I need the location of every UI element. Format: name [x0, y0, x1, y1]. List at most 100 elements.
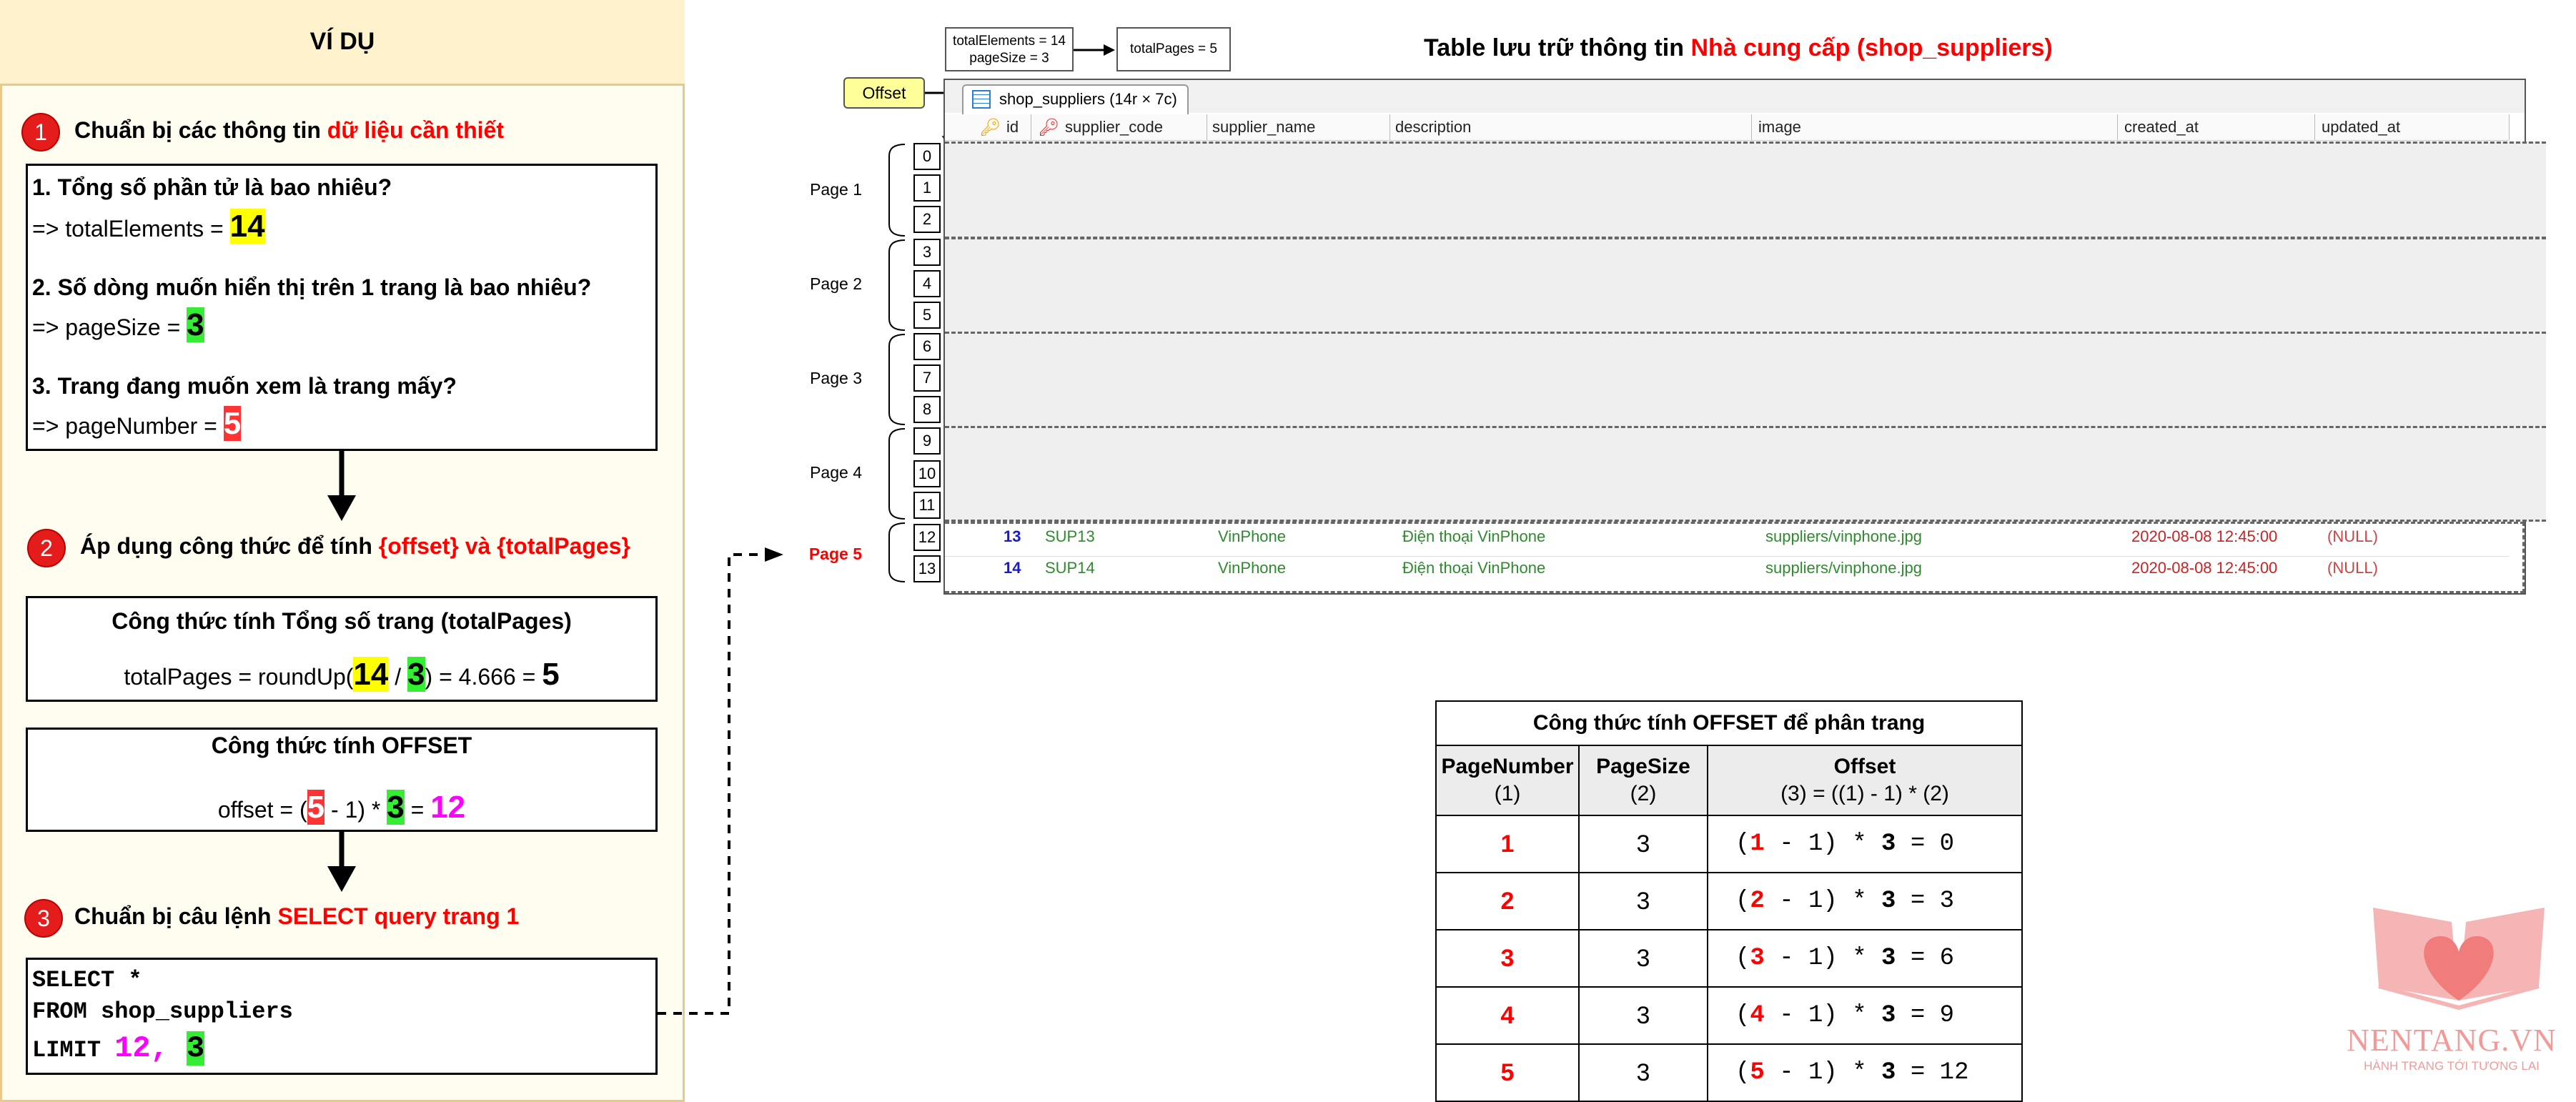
- table-row-14-description[interactable]: Điện thoại VinPhone: [1402, 559, 1545, 577]
- header-offset-line2: (3) = ((1) - 1) * (2): [1780, 782, 1949, 805]
- col-supplier-name[interactable]: supplier_name: [1212, 114, 1315, 140]
- table-row-14-code[interactable]: SUP14: [1045, 559, 1095, 577]
- sql-size-value: 3: [187, 1031, 205, 1066]
- page-number-cell: 2: [1435, 872, 1580, 930]
- f-res: = 12: [1896, 1059, 1969, 1086]
- f-mid: - 1) *: [1764, 888, 1882, 915]
- step-3-text: Chuẩn bị câu lệnh: [74, 903, 278, 929]
- table-row-14-created[interactable]: 2020-08-08 12:45:00: [2131, 559, 2277, 577]
- f-page: 2: [1750, 888, 1765, 915]
- page-4-label: Page 4: [810, 463, 862, 482]
- f-size: 3: [1881, 1059, 1896, 1086]
- question-2: 2. Số dòng muốn hiển thị trên 1 trang là…: [32, 274, 592, 300]
- header-page-size-line1: PageSize: [1596, 755, 1690, 778]
- page-5-area: [945, 522, 2525, 593]
- table-row-13-id[interactable]: 13: [1004, 527, 1021, 546]
- col-sep: [2117, 114, 2118, 140]
- table-row: 4 3 (4 - 1) * 3 = 9: [1435, 986, 2023, 1045]
- step-3-badge: 3: [24, 899, 63, 938]
- table-row-14-image[interactable]: suppliers/vinphone.jpg: [1765, 559, 1922, 577]
- col-image[interactable]: image: [1758, 114, 1801, 140]
- header-page-number: PageNumber (1): [1435, 745, 1580, 816]
- col-updated-at[interactable]: updated_at: [2322, 114, 2400, 140]
- total-pages-box: Công thức tính Tổng số trang (totalPages…: [26, 596, 658, 702]
- page-size-value: 3: [187, 307, 204, 342]
- table-row-13-name[interactable]: VinPhone: [1218, 527, 1286, 546]
- f-open: (: [1735, 888, 1750, 915]
- page-size-cell: 3: [1578, 929, 1708, 988]
- connector-sql-to-page5: [658, 547, 783, 1015]
- sql-line-1: SELECT *: [32, 967, 142, 993]
- page-size-cell: 3: [1578, 1043, 1708, 1102]
- col-supplier-code[interactable]: supplier_code: [1065, 114, 1163, 140]
- offset-page-size: 3: [387, 790, 405, 825]
- offset-formula-cell: (3 - 1) * 3 = 6: [1707, 929, 2023, 988]
- f-open: (: [1735, 1059, 1750, 1086]
- question-3: 3. Trang đang muốn xem là trang mấy?: [32, 373, 457, 399]
- table-row-13-created[interactable]: 2020-08-08 12:45:00: [2131, 527, 2277, 546]
- col-description[interactable]: description: [1395, 114, 1471, 140]
- table-row: 3 3 (3 - 1) * 3 = 6: [1435, 929, 2023, 988]
- elements-note-line2: pageSize = 3: [969, 51, 1049, 66]
- table-row-14-updated[interactable]: (NULL): [2327, 559, 2378, 577]
- col-sep: [2509, 114, 2510, 140]
- col-id[interactable]: id: [1006, 114, 1019, 140]
- f-page: 1: [1750, 830, 1765, 858]
- foreign-key-icon: 🔑︎: [1038, 118, 1060, 137]
- table-row-13-description[interactable]: Điện thoại VinPhone: [1402, 527, 1545, 546]
- sql-line-2: FROM shop_suppliers: [32, 998, 293, 1025]
- question-1: 1. Tổng số phần tử là bao nhiêu?: [32, 174, 392, 200]
- header-offset-line1: Offset: [1833, 755, 1896, 778]
- page-2-label: Page 2: [810, 274, 862, 293]
- tab-shop-suppliers[interactable]: shop_suppliers (14r × 7c): [962, 84, 1189, 114]
- f-mid: - 1) *: [1764, 830, 1882, 858]
- logo-tagline: HÀNH TRANG TỚI TƯƠNG LAI: [2364, 1059, 2540, 1073]
- table-row-13-image[interactable]: suppliers/vinphone.jpg: [1765, 527, 1922, 546]
- table-row-14-name[interactable]: VinPhone: [1218, 559, 1286, 577]
- row-index: 8: [913, 396, 941, 423]
- step-1-text: Chuẩn bị các thông tin: [74, 117, 327, 143]
- f-open: (: [1735, 945, 1750, 972]
- offset-formula-cell: (1 - 1) * 3 = 0: [1707, 815, 2023, 873]
- row-divider: [945, 556, 2509, 557]
- table-row-14-id[interactable]: 14: [1004, 559, 1021, 577]
- table-row-13-code[interactable]: SUP13: [1045, 527, 1095, 546]
- row-index: 10: [913, 460, 941, 487]
- page-4-area: [945, 426, 2546, 522]
- page-3-label: Page 3: [810, 369, 862, 387]
- page-3-area: [945, 332, 2546, 429]
- row-index: 5: [913, 302, 941, 329]
- header-page-size-line2: (2): [1630, 782, 1657, 805]
- page-5-label: Page 5: [808, 545, 862, 563]
- page-brackets: [888, 144, 906, 582]
- f-res: = 6: [1896, 945, 1955, 972]
- table-row: 5 3 (5 - 1) * 3 = 12: [1435, 1043, 2023, 1102]
- offset-prefix: offset = (: [217, 797, 307, 823]
- formula-prefix: totalPages = roundUp(: [124, 664, 354, 690]
- col-created-at[interactable]: created_at: [2124, 114, 2199, 140]
- table-title-prefix: Table lưu trữ thông tin: [1424, 34, 1691, 61]
- panel-title: VÍ DỤ: [0, 0, 685, 86]
- col-sep: [2314, 114, 2315, 140]
- grid-header: [945, 114, 2509, 141]
- offset-table-title: Công thức tính OFFSET để phân trang: [1435, 700, 2023, 746]
- arrow-down-2: [327, 832, 356, 892]
- f-res: = 0: [1896, 830, 1955, 858]
- page-size-cell: 3: [1578, 986, 1708, 1045]
- page-number-cell: 1: [1435, 815, 1580, 873]
- offset-page-number: 5: [307, 790, 325, 825]
- tab-label: shop_suppliers (14r × 7c): [999, 90, 1177, 108]
- f-page: 5: [1750, 1059, 1765, 1086]
- sql-offset-value: 12,: [114, 1031, 187, 1066]
- answer-1: => totalElements = 14: [32, 209, 265, 244]
- answer-2: => pageSize = 3: [32, 307, 204, 343]
- table-row-13-updated[interactable]: (NULL): [2327, 527, 2378, 546]
- row-index: 9: [913, 427, 941, 455]
- total-pages-formula: totalPages = roundUp(14 / 3) = 4.666 = 5: [28, 657, 655, 693]
- offset-eq: =: [404, 797, 431, 823]
- row-index: 7: [913, 364, 941, 392]
- page-number-cell: 4: [1435, 986, 1580, 1045]
- elements-note-line1: totalElements = 14: [953, 34, 1066, 49]
- page-1-label: Page 1: [810, 180, 862, 199]
- step-1-badge: 1: [21, 113, 60, 152]
